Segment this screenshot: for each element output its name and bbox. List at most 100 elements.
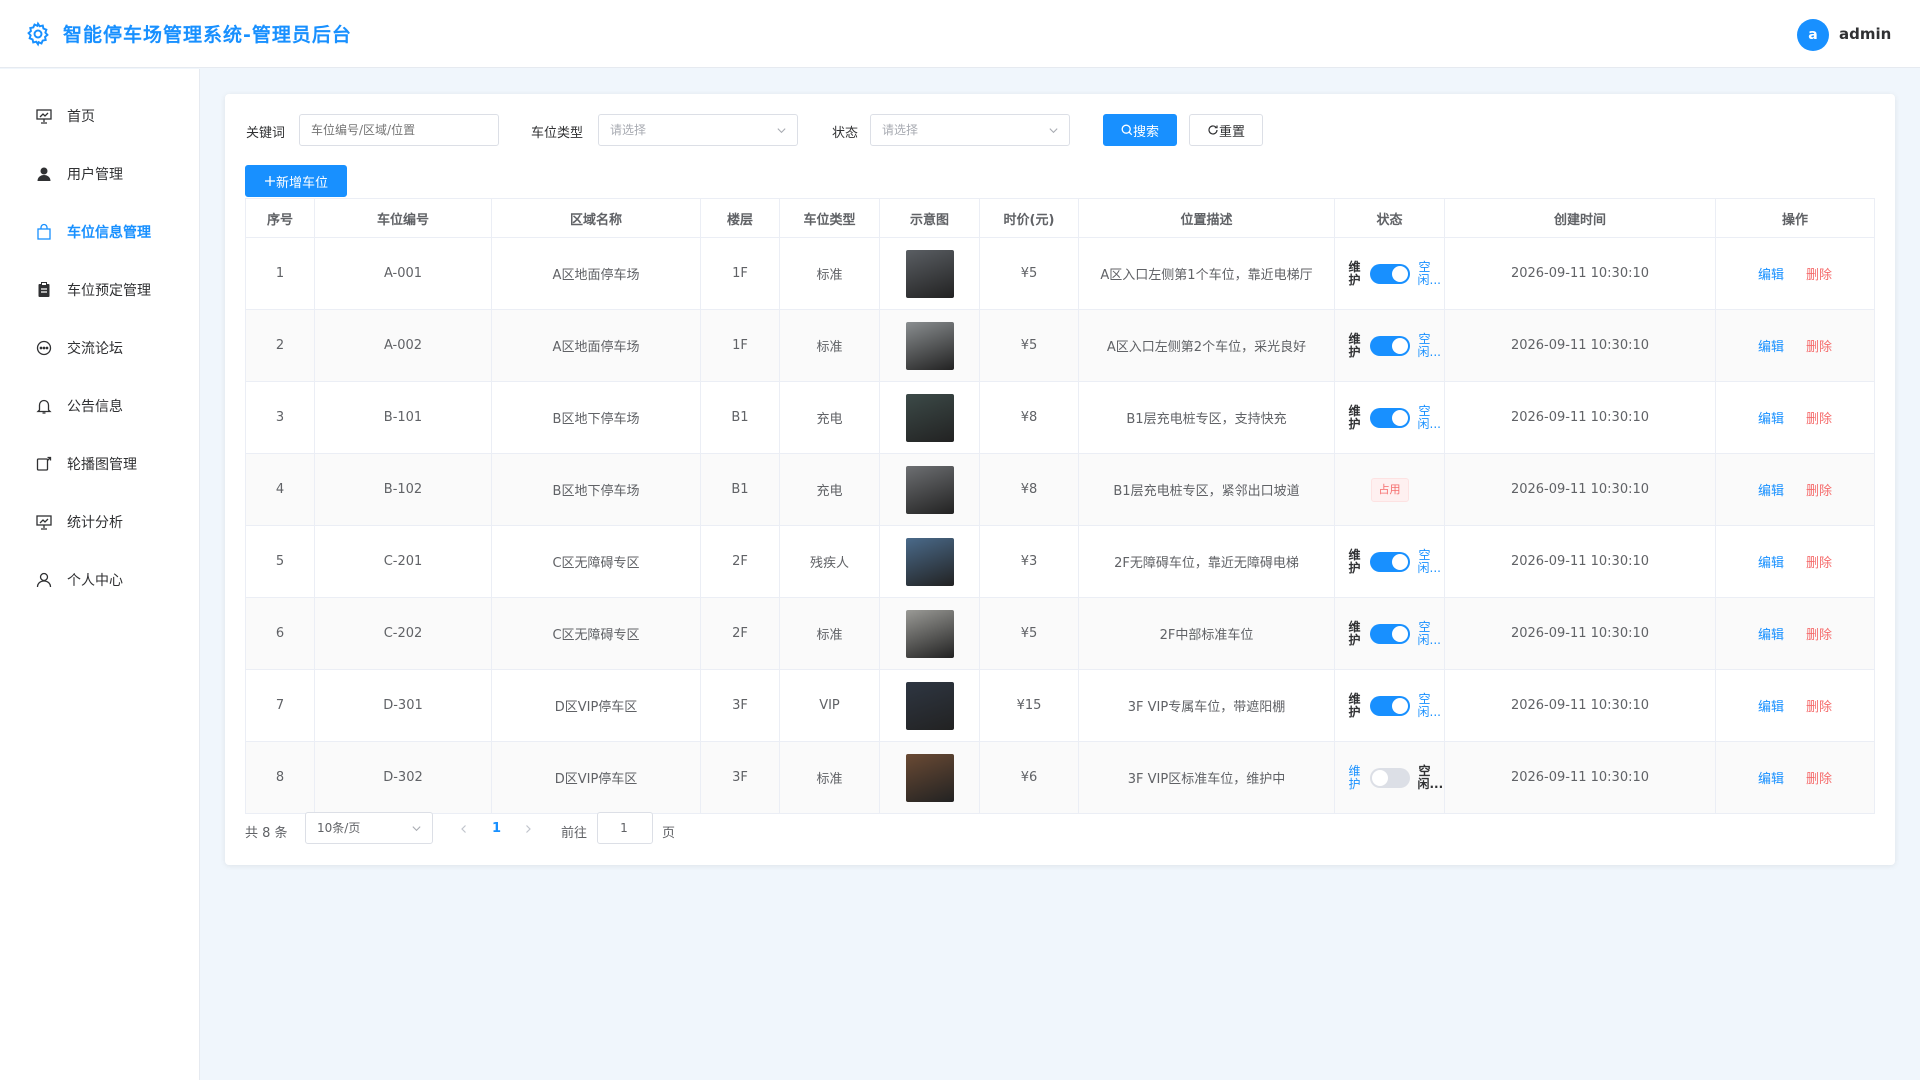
cell-area: B区地下停车场 — [491, 381, 701, 454]
cell-area: C区无障碍专区 — [491, 525, 701, 598]
parking-thumbnail[interactable] — [905, 465, 954, 514]
cell-actions: 编辑 删除 — [1715, 597, 1875, 670]
type-select[interactable]: 请选择 — [598, 114, 798, 146]
page-size-select[interactable]: 10条/页 — [305, 812, 433, 844]
parking-table: 序号 车位编号 区域名称 楼层 车位类型 示意图 时价(元) 位置描述 状态 创… — [245, 198, 1875, 814]
status-maintenance-label: 维护 — [1348, 331, 1361, 359]
cell-type: 残疾人 — [779, 525, 880, 598]
edit-button[interactable]: 编辑 — [1758, 340, 1784, 355]
chat-bubble-icon — [36, 340, 52, 356]
column-header: 操作 — [1715, 198, 1875, 238]
parking-thumbnail[interactable] — [905, 681, 954, 730]
keyword-input[interactable] — [299, 114, 499, 146]
delete-button[interactable]: 删除 — [1806, 412, 1832, 427]
parking-thumbnail[interactable] — [905, 249, 954, 298]
cell-no: 5 — [245, 525, 315, 598]
edit-button[interactable]: 编辑 — [1758, 484, 1784, 499]
user-outline-icon — [36, 572, 52, 588]
add-parking-button[interactable]: 新增车位 — [245, 165, 347, 197]
delete-button[interactable]: 删除 — [1806, 340, 1832, 355]
keyword-label: 关键词 — [246, 126, 286, 141]
status-switch-group: 维护 空闲... — [1336, 403, 1444, 431]
sidebar-item-reservations[interactable]: 车位预定管理 — [0, 270, 199, 310]
table-row: 3 B-101 B区地下停车场 B1 充电 ¥8 B1层充电桩专区，支持快充 维护 空闲... 2… — [245, 381, 1875, 454]
status-toggle[interactable] — [1369, 551, 1410, 572]
cell-floor: 3F — [700, 741, 780, 814]
parking-thumbnail[interactable] — [905, 753, 954, 802]
cell-no: 8 — [245, 741, 315, 814]
status-maintenance-label: 维护 — [1348, 259, 1361, 287]
status-idle-label: 空闲... — [1417, 763, 1444, 791]
sidebar-item-profile[interactable]: 个人中心 — [0, 560, 199, 600]
edit-button[interactable]: 编辑 — [1758, 772, 1784, 787]
status-toggle[interactable] — [1369, 263, 1410, 284]
app-title: 智能停车场管理系统-管理员后台 — [63, 24, 352, 46]
cell-price: ¥3 — [979, 525, 1079, 598]
delete-button[interactable]: 删除 — [1806, 628, 1832, 643]
parking-thumbnail[interactable] — [905, 321, 954, 370]
cell-type: 标准 — [779, 597, 880, 670]
pager-total: 共 8 条 — [245, 826, 288, 841]
cell-type: 标准 — [779, 309, 880, 382]
edit-button[interactable]: 编辑 — [1758, 412, 1784, 427]
type-select-placeholder: 请选择 — [610, 123, 647, 137]
next-page-icon[interactable] — [523, 824, 533, 834]
delete-button[interactable]: 删除 — [1806, 268, 1832, 283]
parking-thumbnail[interactable] — [905, 537, 954, 586]
clipboard-icon — [38, 282, 50, 297]
cell-floor: 2F — [700, 597, 780, 670]
column-header: 时价(元) — [979, 198, 1079, 238]
cell-description: 3F VIP专属车位，带遮阳棚 — [1078, 669, 1335, 742]
delete-button[interactable]: 删除 — [1806, 700, 1832, 715]
status-select[interactable]: 请选择 — [870, 114, 1070, 146]
sidebar-item-users[interactable]: 用户管理 — [0, 154, 199, 194]
prev-page-icon[interactable] — [459, 824, 469, 834]
status-toggle[interactable] — [1369, 407, 1410, 428]
cell-thumbnail — [879, 525, 980, 598]
cell-status: 维护 空闲... — [1334, 309, 1445, 382]
status-toggle[interactable] — [1369, 623, 1410, 644]
cell-thumbnail — [879, 381, 980, 454]
cell-area: D区VIP停车区 — [491, 669, 701, 742]
cell-thumbnail — [879, 669, 980, 742]
goto-page-input[interactable] — [597, 812, 653, 844]
edit-button[interactable]: 编辑 — [1758, 556, 1784, 571]
reset-button[interactable]: 重置 — [1189, 114, 1263, 146]
cell-description: 2F中部标准车位 — [1078, 597, 1335, 670]
delete-button[interactable]: 删除 — [1806, 556, 1832, 571]
parking-thumbnail[interactable] — [905, 393, 954, 442]
sidebar-item-forum[interactable]: 交流论坛 — [0, 328, 199, 368]
sidebar-item-notices[interactable]: 公告信息 — [0, 386, 199, 426]
edit-button[interactable]: 编辑 — [1758, 628, 1784, 643]
edit-button[interactable]: 编辑 — [1758, 700, 1784, 715]
page-number-current[interactable]: 1 — [492, 821, 501, 836]
parking-thumbnail[interactable] — [905, 609, 954, 658]
cell-status: 维护 空闲... — [1334, 237, 1445, 310]
column-header: 创建时间 — [1444, 198, 1716, 238]
cell-status: 维护 空闲... — [1334, 381, 1445, 454]
cell-floor: 3F — [700, 669, 780, 742]
cell-no: 6 — [245, 597, 315, 670]
sidebar-item-home[interactable]: 首页 — [0, 96, 199, 136]
status-toggle[interactable] — [1369, 335, 1410, 356]
avatar[interactable]: a — [1797, 19, 1829, 51]
status-idle-label: 空闲... — [1417, 331, 1441, 359]
username[interactable]: admin — [1839, 25, 1891, 43]
delete-button[interactable]: 删除 — [1806, 484, 1832, 499]
status-toggle[interactable] — [1369, 695, 1410, 716]
sidebar-item-carousel[interactable]: 轮播图管理 — [0, 444, 199, 484]
cell-description: A区入口左侧第1个车位，靠近电梯厅 — [1078, 237, 1335, 310]
status-toggle[interactable] — [1369, 767, 1410, 788]
status-idle-label: 空闲... — [1417, 403, 1441, 431]
cell-type: 充电 — [779, 381, 880, 454]
edit-button[interactable]: 编辑 — [1758, 268, 1784, 283]
cell-area: C区无障碍专区 — [491, 597, 701, 670]
cell-floor: 1F — [700, 309, 780, 382]
cell-area: B区地下停车场 — [491, 453, 701, 526]
sidebar-item-statistics[interactable]: 统计分析 — [0, 502, 199, 542]
delete-button[interactable]: 删除 — [1806, 772, 1832, 787]
search-button[interactable]: 搜索 — [1103, 114, 1177, 146]
status-switch-group: 维护 空闲... — [1336, 692, 1444, 719]
sidebar-item-parking-info[interactable]: 车位信息管理 — [0, 212, 199, 252]
cell-status: 占用 — [1334, 453, 1445, 526]
